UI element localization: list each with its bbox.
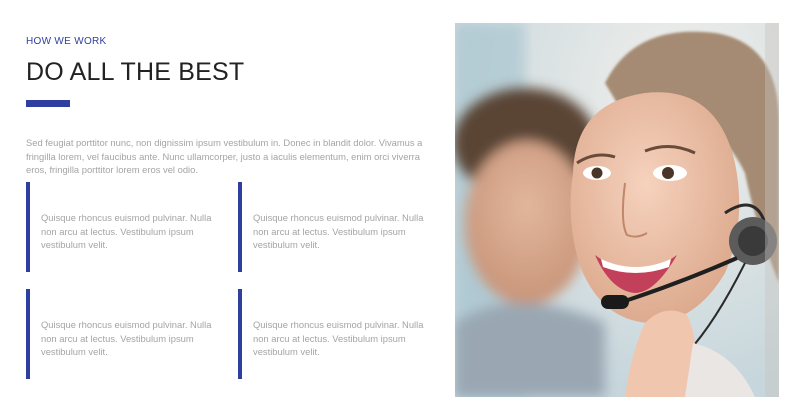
support-agent-photo xyxy=(455,23,779,397)
title-accent-bar xyxy=(26,100,70,107)
section-intro: Sed feugiat porttitor nunc, non dignissi… xyxy=(26,137,423,175)
feature-block-3: Quisque rhoncus euismod pulvinar. Nulla … xyxy=(26,289,216,379)
feature-block-2: Quisque rhoncus euismod pulvinar. Nulla … xyxy=(238,182,428,272)
section-eyebrow: HOW WE WORK xyxy=(26,36,107,47)
feature-text-2: Quisque rhoncus euismod pulvinar. Nulla … xyxy=(253,212,424,250)
feature-text-3: Quisque rhoncus euismod pulvinar. Nulla … xyxy=(41,319,212,357)
feature-block-1: Quisque rhoncus euismod pulvinar. Nulla … xyxy=(26,182,216,272)
feature-block-4: Quisque rhoncus euismod pulvinar. Nulla … xyxy=(238,289,428,379)
section-title: DO ALL THE BEST xyxy=(26,58,245,86)
feature-text-1: Quisque rhoncus euismod pulvinar. Nulla … xyxy=(41,212,212,250)
feature-text-4: Quisque rhoncus euismod pulvinar. Nulla … xyxy=(253,319,424,357)
